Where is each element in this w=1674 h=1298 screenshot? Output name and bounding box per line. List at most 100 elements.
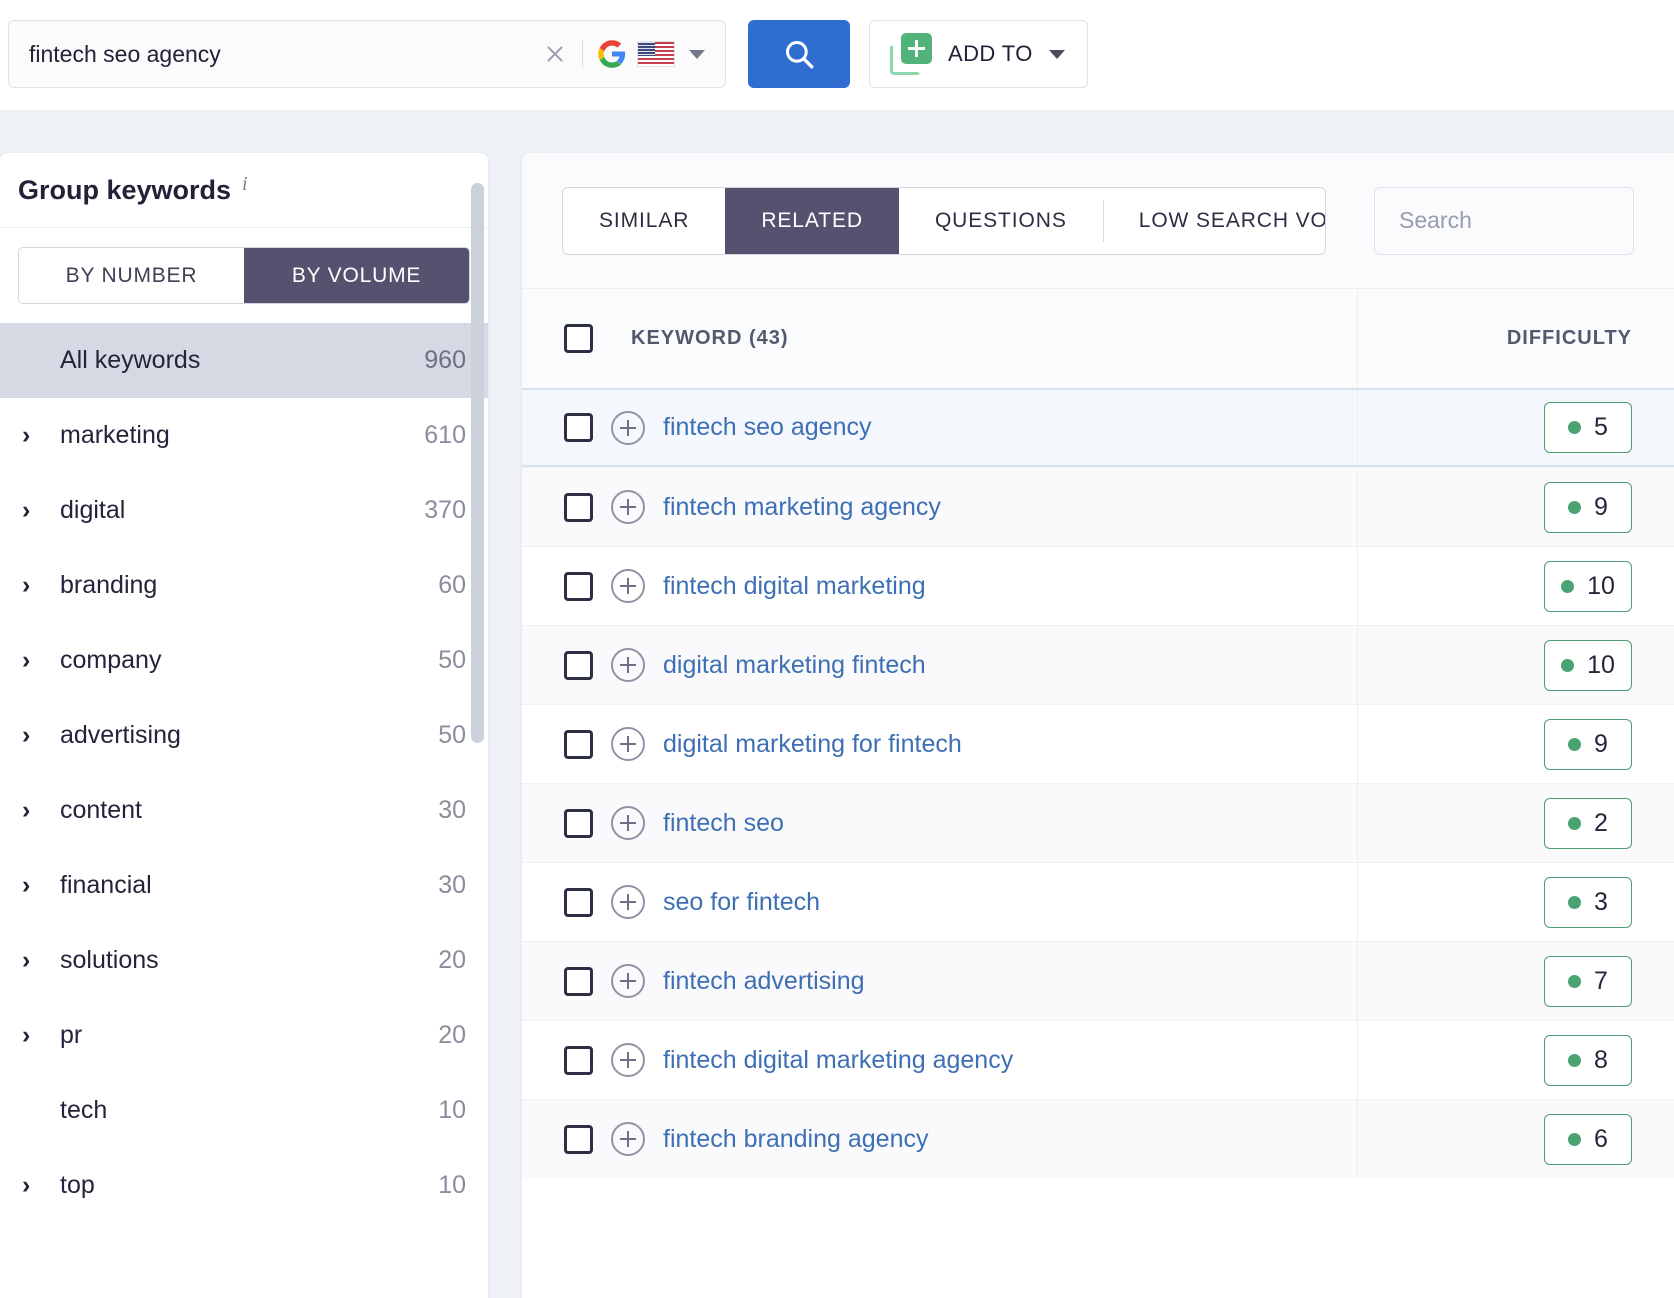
- add-keyword-icon[interactable]: [611, 727, 645, 761]
- clear-icon[interactable]: [538, 37, 572, 71]
- chevron-right-icon[interactable]: ›: [22, 948, 46, 973]
- difficulty-badge[interactable]: 9: [1544, 481, 1632, 533]
- sidebar-scrollbar[interactable]: [471, 183, 484, 743]
- keyword-link[interactable]: fintech advertising: [663, 967, 865, 996]
- search-button[interactable]: [748, 20, 850, 88]
- chevron-right-icon[interactable]: ›: [22, 798, 46, 823]
- row-checkbox[interactable]: [564, 808, 593, 838]
- table-row[interactable]: fintech marketing agency 9: [522, 467, 1674, 546]
- difficulty-badge[interactable]: 10: [1544, 560, 1632, 612]
- add-to-list-icon: [890, 33, 932, 75]
- sidebar-item[interactable]: › digital 370: [0, 473, 488, 548]
- sidebar-item[interactable]: › pr 20: [0, 998, 488, 1073]
- difficulty-badge[interactable]: 9: [1544, 718, 1632, 770]
- add-keyword-icon[interactable]: [611, 806, 645, 840]
- sidebar-item[interactable]: › advertising 50: [0, 698, 488, 773]
- difficulty-badge[interactable]: 2: [1544, 797, 1632, 849]
- tab-similar[interactable]: SIMILAR: [563, 188, 725, 254]
- sidebar-item-label: company: [60, 646, 162, 674]
- row-checkbox[interactable]: [564, 650, 593, 680]
- row-checkbox[interactable]: [564, 571, 593, 601]
- us-flag-icon[interactable]: [637, 41, 675, 67]
- group-mode-option-0[interactable]: BY NUMBER: [19, 248, 244, 303]
- difficulty-badge[interactable]: 6: [1544, 1113, 1632, 1165]
- table-row[interactable]: seo for fintech 3: [522, 862, 1674, 941]
- tab-low-search-volume[interactable]: LOW SEARCH VOLUME: [1102, 188, 1325, 254]
- table-row[interactable]: digital marketing fintech 10: [522, 625, 1674, 704]
- sidebar-item-count: 10: [438, 1171, 466, 1199]
- tab-related[interactable]: RELATED: [725, 187, 899, 254]
- sidebar-item[interactable]: › branding 60: [0, 548, 488, 623]
- difficulty-badge[interactable]: 8: [1544, 1034, 1632, 1086]
- difficulty-badge[interactable]: 3: [1544, 876, 1632, 928]
- keyword-link[interactable]: fintech seo agency: [663, 413, 871, 442]
- keyword-link[interactable]: digital marketing fintech: [663, 651, 926, 680]
- table-row[interactable]: fintech seo agency 5: [522, 388, 1674, 467]
- sidebar-item[interactable]: › financial 30: [0, 848, 488, 923]
- chevron-right-icon[interactable]: ›: [22, 1023, 46, 1048]
- table-row[interactable]: fintech digital marketing 10: [522, 546, 1674, 625]
- add-keyword-icon[interactable]: [611, 1122, 645, 1156]
- chevron-right-icon[interactable]: ›: [22, 573, 46, 598]
- add-keyword-icon[interactable]: [611, 648, 645, 682]
- table-row[interactable]: fintech advertising 7: [522, 941, 1674, 1020]
- keyword-link[interactable]: seo for fintech: [663, 888, 820, 917]
- chevron-right-icon[interactable]: ›: [22, 423, 46, 448]
- keyword-cell: fintech seo agency: [522, 390, 1357, 465]
- sidebar-item[interactable]: › marketing 610: [0, 398, 488, 473]
- keyword-link[interactable]: fintech marketing agency: [663, 493, 941, 522]
- sidebar-item[interactable]: › company 50: [0, 623, 488, 698]
- add-keyword-icon[interactable]: [611, 885, 645, 919]
- difficulty-badge[interactable]: 10: [1544, 639, 1632, 691]
- chevron-down-icon[interactable]: [689, 49, 705, 59]
- keyword-type-tabs[interactable]: SIMILARRELATEDQUESTIONSLOW SEARCH VOLUME: [562, 186, 1326, 255]
- difficulty-cell: 3: [1357, 863, 1674, 941]
- tab-questions[interactable]: QUESTIONS: [899, 188, 1103, 254]
- add-keyword-icon[interactable]: [611, 569, 645, 603]
- group-mode-toggle[interactable]: BY NUMBER BY VOLUME: [18, 247, 470, 304]
- add-keyword-icon[interactable]: [611, 490, 645, 524]
- difficulty-badge[interactable]: 5: [1544, 402, 1632, 453]
- row-checkbox[interactable]: [564, 1124, 593, 1154]
- sidebar-item[interactable]: ›tech10: [0, 1073, 488, 1148]
- chevron-right-icon[interactable]: ›: [22, 723, 46, 748]
- sidebar-item[interactable]: ›All keywords960: [0, 323, 488, 398]
- add-keyword-icon[interactable]: [611, 964, 645, 998]
- sidebar-item[interactable]: › solutions 20: [0, 923, 488, 998]
- group-mode-option-1[interactable]: BY VOLUME: [244, 248, 469, 303]
- row-checkbox[interactable]: [564, 492, 593, 522]
- chevron-right-icon[interactable]: ›: [22, 648, 46, 673]
- row-checkbox[interactable]: [564, 887, 593, 917]
- chevron-right-icon[interactable]: ›: [22, 1173, 46, 1198]
- table-row[interactable]: fintech seo 2: [522, 783, 1674, 862]
- row-checkbox[interactable]: [564, 966, 593, 996]
- row-checkbox[interactable]: [564, 1045, 593, 1075]
- add-keyword-icon[interactable]: [611, 1043, 645, 1077]
- table-search-input[interactable]: [1374, 186, 1634, 255]
- difficulty-value: 8: [1594, 1045, 1608, 1074]
- google-icon[interactable]: [597, 39, 627, 69]
- chevron-right-icon[interactable]: ›: [22, 873, 46, 898]
- table-row[interactable]: digital marketing for fintech 9: [522, 704, 1674, 783]
- sidebar-item[interactable]: › top 10: [0, 1148, 488, 1223]
- keyword-link[interactable]: fintech digital marketing: [663, 572, 926, 601]
- keyword-group-list: › All keywords 960 › marketing 610 › digital 370…: [0, 323, 488, 1223]
- keyword-search-box[interactable]: [8, 20, 726, 88]
- chevron-right-icon[interactable]: ›: [22, 498, 46, 523]
- table-row[interactable]: fintech digital marketing agency 8: [522, 1020, 1674, 1099]
- difficulty-badge[interactable]: 7: [1544, 955, 1632, 1007]
- sidebar-item[interactable]: › content 30: [0, 773, 488, 848]
- add-to-button[interactable]: ADD TO: [869, 20, 1088, 88]
- add-keyword-icon[interactable]: [611, 410, 645, 445]
- keyword-link[interactable]: digital marketing for fintech: [663, 730, 962, 759]
- sidebar-item-label: All keywords: [60, 346, 201, 374]
- table-row[interactable]: fintech branding agency 6: [522, 1099, 1674, 1178]
- keyword-search-input[interactable]: [9, 40, 538, 68]
- row-checkbox[interactable]: [564, 729, 593, 759]
- info-icon[interactable]: i: [242, 173, 248, 196]
- select-all-checkbox[interactable]: [564, 324, 593, 353]
- keyword-link[interactable]: fintech digital marketing agency: [663, 1046, 1013, 1075]
- row-checkbox[interactable]: [564, 413, 593, 442]
- keyword-link[interactable]: fintech branding agency: [663, 1125, 928, 1154]
- keyword-link[interactable]: fintech seo: [663, 809, 784, 838]
